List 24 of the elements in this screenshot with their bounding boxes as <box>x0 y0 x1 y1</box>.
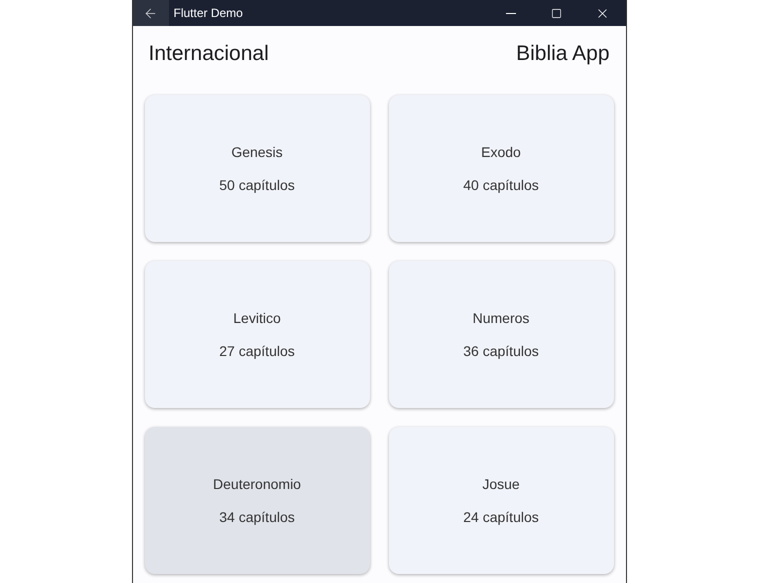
book-name: Exodo <box>481 142 521 162</box>
back-button[interactable] <box>132 0 168 26</box>
window-title: Flutter Demo <box>174 5 244 22</box>
book-name: Josue <box>482 474 520 494</box>
chapter-count: 24 capítulos <box>463 508 539 527</box>
chapter-count: 27 capítulos <box>219 342 295 361</box>
minimize-icon <box>506 12 516 14</box>
chapter-count: 34 capítulos <box>219 508 295 527</box>
book-name: Numeros <box>472 308 530 328</box>
book-name: Levitico <box>233 308 281 328</box>
maximize-icon <box>551 8 562 18</box>
chapter-count: 36 capítulos <box>463 342 539 361</box>
chapter-count: 40 capítulos <box>463 176 539 195</box>
book-card[interactable]: Exodo 40 capítulos <box>388 95 614 242</box>
book-card[interactable]: Deuteronomio 34 capítulos <box>144 427 370 574</box>
app-title: Biblia App <box>516 41 610 68</box>
book-card[interactable]: Numeros 36 capítulos <box>388 261 614 408</box>
book-card[interactable]: Levitico 27 capítulos <box>144 261 370 408</box>
chapter-count: 50 capítulos <box>219 176 295 195</box>
book-card[interactable]: Josue 24 capítulos <box>388 427 614 574</box>
book-name: Deuteronomio <box>213 474 301 494</box>
book-name: Genesis <box>231 142 283 162</box>
book-card[interactable]: Genesis 50 capítulos <box>144 95 370 242</box>
header-title: Internacional <box>148 41 269 68</box>
